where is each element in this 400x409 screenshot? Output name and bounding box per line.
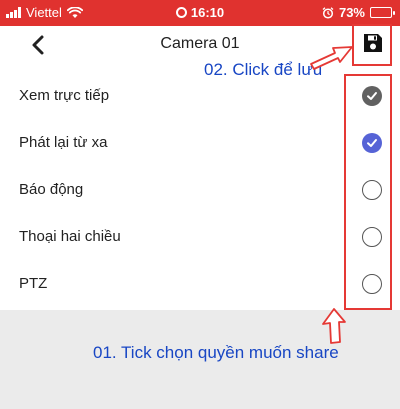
permission-label: Báo động — [19, 181, 84, 198]
tick-hint-text: 01. Tick chọn quyền muốn share — [93, 343, 339, 362]
save-button[interactable] — [362, 32, 384, 54]
permission-label: Xem trực tiếp — [19, 87, 110, 104]
permission-row-live-view[interactable]: Xem trực tiếp — [0, 72, 400, 119]
permission-row-remote-playback[interactable]: Phát lại từ xa — [0, 119, 400, 166]
checkbox-alarm[interactable] — [362, 179, 382, 200]
permission-row-two-way-audio[interactable]: Thoại hai chiều — [0, 213, 400, 260]
check-icon — [367, 138, 377, 147]
status-right: 73% — [322, 5, 395, 20]
checkbox-remote-playback[interactable] — [362, 132, 382, 153]
checkbox-two-way-audio[interactable] — [362, 226, 382, 247]
permission-row-ptz[interactable]: PTZ — [0, 260, 400, 307]
battery-percent: 73% — [338, 5, 365, 20]
battery-icon — [370, 7, 395, 18]
check-icon — [367, 91, 377, 100]
checkbox-live-view[interactable] — [362, 85, 382, 106]
alarm-icon — [322, 6, 334, 19]
checkbox-ptz[interactable] — [362, 273, 382, 294]
permission-label: PTZ — [19, 275, 48, 292]
permission-label: Phát lại từ xa — [19, 134, 108, 151]
permission-list: Xem trực tiếp Phát lại từ xa Báo động Th… — [0, 72, 400, 307]
permission-label: Thoại hai chiều — [19, 228, 121, 245]
time-text: 16:10 — [190, 5, 225, 20]
nav-bar: Camera 01 — [0, 26, 400, 64]
floppy-disk-icon — [364, 34, 382, 52]
permission-row-alarm[interactable]: Báo động — [0, 166, 400, 213]
save-hint-text: 02. Click để lưu — [204, 60, 323, 79]
status-bar: Viettel 16:10 73% — [0, 0, 400, 26]
record-icon — [175, 7, 187, 18]
page-title: Camera 01 — [160, 35, 240, 52]
